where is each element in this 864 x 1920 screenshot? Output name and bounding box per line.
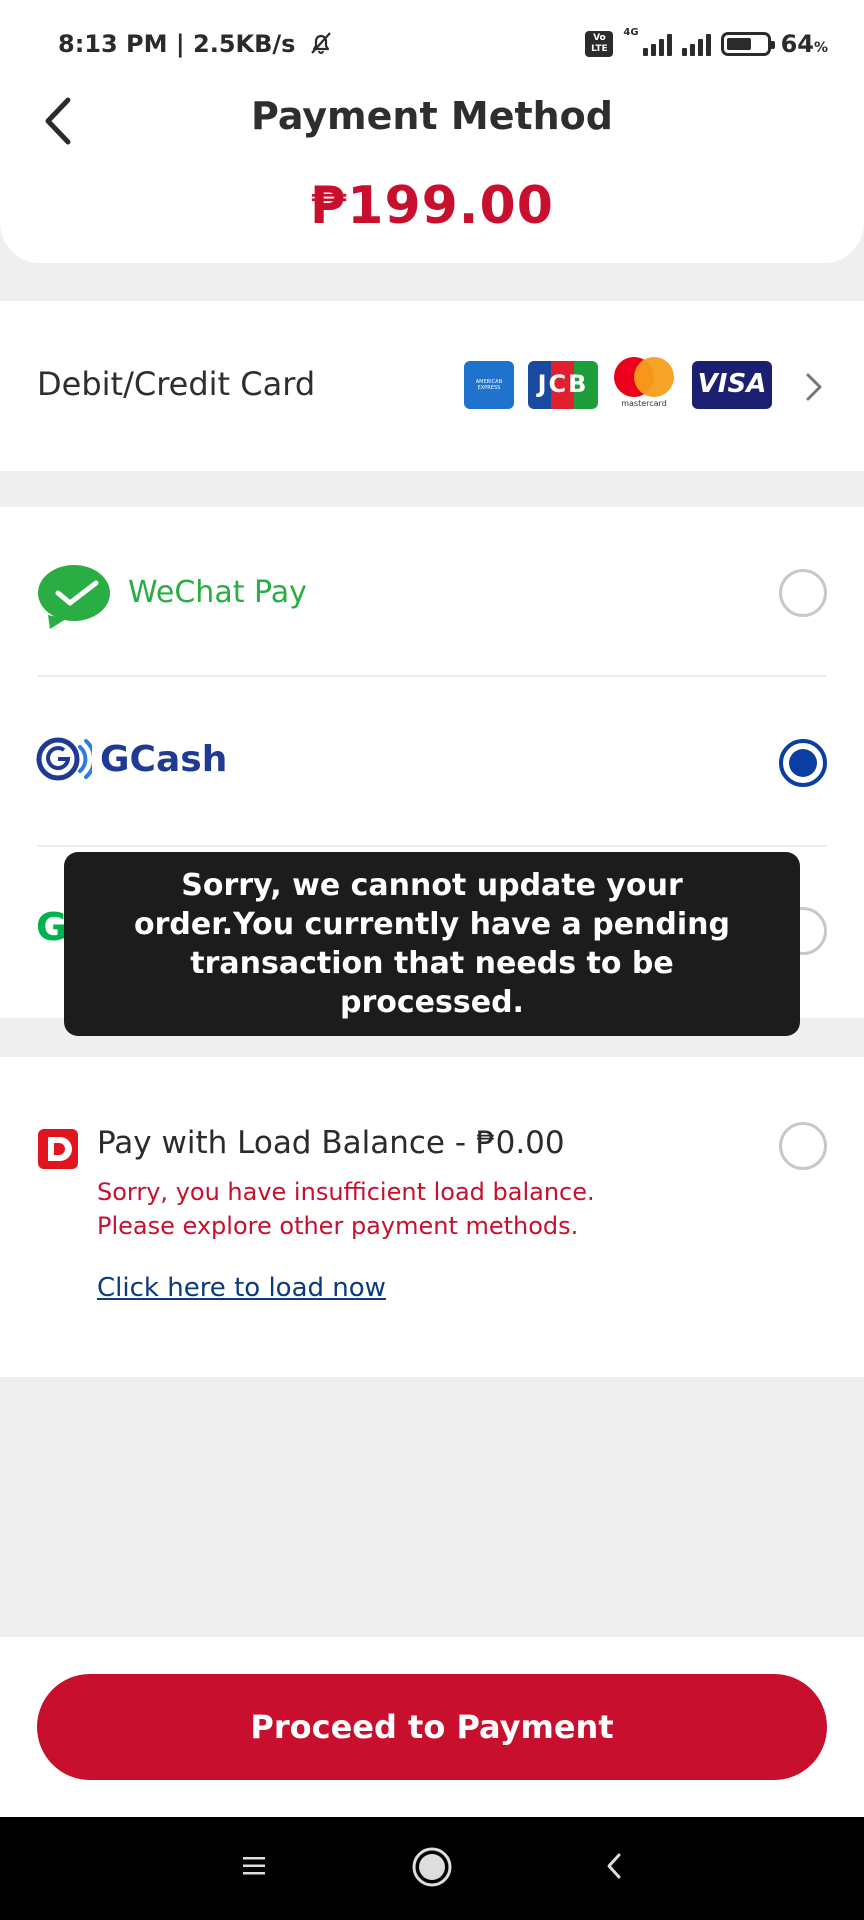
insufficient-balance-message: Sorry, you have insufficient load balanc… bbox=[97, 1178, 595, 1240]
wechat-pay-icon bbox=[38, 565, 110, 629]
jcb-logo: JCB bbox=[528, 361, 598, 409]
load-now-link[interactable]: Click here to load now bbox=[97, 1273, 386, 1303]
battery-percent: 64% bbox=[780, 30, 828, 58]
wechat-pay-option[interactable]: WeChat Pay bbox=[0, 507, 864, 675]
system-navigation-bar bbox=[0, 1817, 864, 1920]
home-icon[interactable] bbox=[411, 1846, 453, 1888]
signal-icon bbox=[642, 32, 672, 56]
mastercard-logo: mastercard bbox=[612, 357, 676, 411]
gcash-radio[interactable] bbox=[779, 739, 827, 787]
payment-method-screen: 8:13 PM | 2.5KB/s Vo LTE 4G 64% Payment … bbox=[0, 0, 864, 1920]
status-icons: Vo LTE 4G 64% bbox=[585, 26, 828, 58]
proceed-to-payment-button[interactable]: Proceed to Payment bbox=[37, 1674, 827, 1780]
total-amount: ₱199.00 bbox=[310, 176, 554, 236]
status-bar: 8:13 PM | 2.5KB/s Vo LTE 4G 64% bbox=[0, 0, 864, 96]
load-balance-radio[interactable] bbox=[779, 1122, 827, 1170]
toast-message: Sorry, we cannot update your order.You c… bbox=[134, 868, 730, 1020]
battery-icon bbox=[720, 32, 775, 56]
load-balance-icon bbox=[38, 1129, 78, 1169]
load-balance-option[interactable]: Pay with Load Balance - ₱0.00 Sorry, you… bbox=[0, 1057, 864, 1377]
network-type: 4G bbox=[623, 26, 639, 38]
status-time: 8:13 PM | 2.5KB/s bbox=[58, 30, 334, 58]
amex-logo: AMERICAN EXPRESS bbox=[464, 361, 514, 409]
card-payment-option[interactable]: Debit/Credit Card AMERICAN EXPRESS JCB m… bbox=[0, 301, 864, 471]
wechat-pay-radio[interactable] bbox=[779, 569, 827, 617]
card-option-label: Debit/Credit Card bbox=[37, 365, 316, 403]
page-title: Payment Method bbox=[250, 94, 613, 138]
error-toast: Sorry, we cannot update your order.You c… bbox=[64, 852, 800, 1036]
visa-logo: VISA bbox=[692, 361, 772, 409]
system-back-icon[interactable] bbox=[604, 1851, 624, 1881]
footer-area: Proceed to Payment bbox=[0, 1637, 864, 1817]
mute-bell-icon bbox=[311, 32, 331, 54]
gcash-icon bbox=[36, 737, 92, 781]
recent-apps-icon[interactable] bbox=[242, 1855, 266, 1877]
gcash-option[interactable]: GCash bbox=[0, 677, 864, 845]
volte-icon: Vo LTE bbox=[585, 31, 614, 57]
gcash-label: GCash bbox=[100, 739, 228, 780]
chevron-right-icon bbox=[806, 373, 822, 401]
load-balance-title: Pay with Load Balance - ₱0.00 bbox=[97, 1125, 565, 1161]
header-card: 8:13 PM | 2.5KB/s Vo LTE 4G 64% Payment … bbox=[0, 0, 864, 263]
signal-icon bbox=[681, 32, 711, 56]
wechat-pay-label: WeChat Pay bbox=[128, 575, 307, 610]
